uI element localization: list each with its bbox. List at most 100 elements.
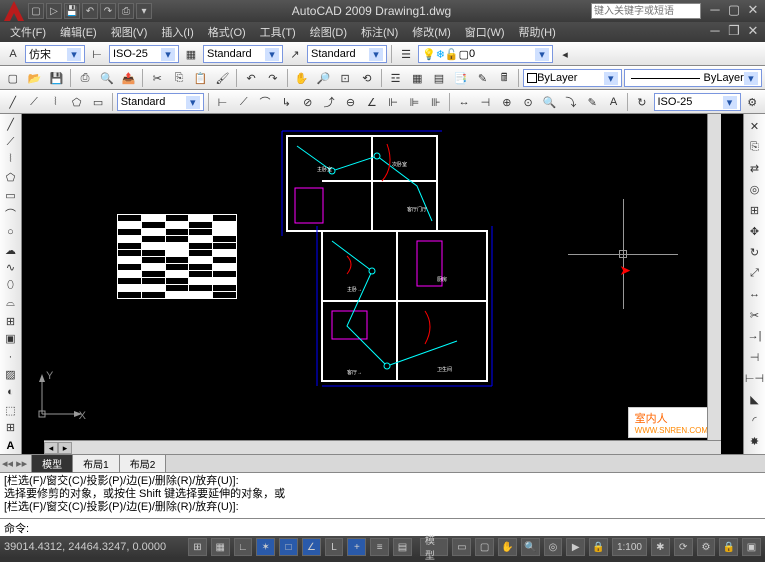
region-tool-icon[interactable]: ⬚: [1, 402, 21, 419]
block-tool-icon[interactable]: ▣: [1, 331, 21, 348]
close-icon[interactable]: ✕: [745, 4, 761, 18]
array-icon[interactable]: ⊞: [745, 200, 765, 220]
otrack-toggle[interactable]: ∠: [302, 538, 321, 556]
dim-jog-icon[interactable]: ⤴: [319, 92, 338, 112]
mirror-icon[interactable]: ⇄: [745, 158, 765, 178]
model-space-button[interactable]: 模型: [420, 538, 449, 556]
dim-arc-icon[interactable]: ⌒: [255, 92, 274, 112]
chevron-down-icon[interactable]: ▾: [186, 96, 200, 109]
undo-icon[interactable]: ↶: [241, 68, 261, 88]
chevron-down-icon[interactable]: ▾: [161, 48, 175, 61]
paste-icon[interactable]: 📋: [191, 68, 211, 88]
props-icon[interactable]: ☲: [386, 68, 406, 88]
publish-icon[interactable]: 📤: [119, 68, 139, 88]
menu-draw[interactable]: 绘图(D): [304, 22, 353, 42]
zoom-prev-icon[interactable]: ⟲: [357, 68, 377, 88]
dimstyle-mgr-icon[interactable]: ⚙: [743, 92, 762, 112]
app-logo-icon[interactable]: [4, 1, 24, 21]
dimstyle-icon[interactable]: ⊢: [87, 44, 107, 64]
maximize-icon[interactable]: ▢: [726, 4, 742, 18]
drawing-canvas[interactable]: 主卧室 次卧室 客厅门厅 主卧→ 厨房 客厅→ 卫生间: [22, 114, 743, 454]
new-icon[interactable]: ▢: [3, 68, 23, 88]
ssm-icon[interactable]: 📑: [451, 68, 471, 88]
chevron-down-icon[interactable]: ▾: [67, 48, 81, 61]
zoom-rt-icon[interactable]: 🔎: [313, 68, 333, 88]
dimtedit-icon[interactable]: A: [604, 92, 623, 112]
open-icon[interactable]: 📂: [25, 68, 45, 88]
osnap-toggle[interactable]: □: [279, 538, 298, 556]
polar-toggle[interactable]: ✶: [256, 538, 275, 556]
match-icon[interactable]: 🖌: [213, 68, 233, 88]
lwt-toggle[interactable]: ≡: [370, 538, 389, 556]
xline-tool-icon[interactable]: ⟋: [1, 134, 21, 151]
dcenter-icon[interactable]: ▦: [407, 68, 427, 88]
qat-dropdown-icon[interactable]: ▾: [136, 3, 152, 19]
dimstyle-combo[interactable]: ISO-25▾: [109, 45, 179, 63]
chamfer-icon[interactable]: ◣: [745, 389, 765, 409]
cleanscreen-icon[interactable]: ▣: [742, 538, 761, 556]
qat-redo-icon[interactable]: ↷: [100, 3, 116, 19]
hatch-tool-icon[interactable]: ▨: [1, 366, 21, 383]
ducs-toggle[interactable]: L: [325, 538, 344, 556]
dim-dia-icon[interactable]: ⊖: [341, 92, 360, 112]
toolpal-icon[interactable]: ▤: [429, 68, 449, 88]
dimupdate-icon[interactable]: ↻: [632, 92, 651, 112]
dyn-toggle[interactable]: +: [347, 538, 366, 556]
line-icon[interactable]: ╱: [3, 92, 22, 112]
ellipsearc-tool-icon[interactable]: ⌓: [1, 295, 21, 312]
qview-dwg-icon[interactable]: ▢: [475, 538, 494, 556]
dim-space-icon[interactable]: ↔: [454, 92, 473, 112]
annoscale-button[interactable]: 1:100: [612, 538, 647, 556]
cut-icon[interactable]: ✂: [147, 68, 167, 88]
chevron-down-icon[interactable]: ▾: [369, 48, 383, 61]
break-icon[interactable]: ⊣: [745, 347, 765, 367]
chevron-down-icon[interactable]: ▾: [723, 96, 737, 109]
ws-switch-icon[interactable]: ⚙: [697, 538, 716, 556]
chevron-down-icon[interactable]: ▾: [265, 48, 279, 61]
menu-tools[interactable]: 工具(T): [254, 22, 302, 42]
tab-layout1[interactable]: 布局1: [72, 454, 120, 473]
dimedit-icon[interactable]: ✎: [583, 92, 602, 112]
snap-toggle[interactable]: ⊞: [188, 538, 207, 556]
insert-tool-icon[interactable]: ⊞: [1, 313, 21, 330]
tolerance-icon[interactable]: ⊕: [497, 92, 516, 112]
qview-layout-icon[interactable]: ▭: [452, 538, 471, 556]
line-tool-icon[interactable]: ╱: [1, 116, 21, 133]
doc-close-icon[interactable]: ✕: [745, 25, 761, 39]
annoscale-lock-icon[interactable]: 🔒: [589, 538, 608, 556]
qat-print-icon[interactable]: ⎙: [118, 3, 134, 19]
pan-icon[interactable]: ✋: [292, 68, 312, 88]
dim-base-icon[interactable]: ⊫: [405, 92, 424, 112]
minimize-icon[interactable]: ─: [707, 4, 723, 18]
menu-view[interactable]: 视图(V): [105, 22, 154, 42]
layer-props-icon[interactable]: ☰: [396, 44, 416, 64]
qat-undo-icon[interactable]: ↶: [82, 3, 98, 19]
dim-aligned-icon[interactable]: ⟋: [234, 92, 253, 112]
join-icon[interactable]: ⊢⊣: [745, 368, 765, 388]
calc-icon[interactable]: 🖩: [494, 68, 514, 88]
linetype-combo[interactable]: ByLayer▾: [624, 69, 762, 87]
qat-new-icon[interactable]: ▢: [28, 3, 44, 19]
polygon-tool-icon[interactable]: ⬠: [1, 169, 21, 186]
dim-ang-icon[interactable]: ∠: [362, 92, 381, 112]
menu-help[interactable]: 帮助(H): [513, 22, 562, 42]
xline-icon[interactable]: ⟋: [24, 92, 43, 112]
dim-linear-icon[interactable]: ⊢: [213, 92, 232, 112]
help-search-input[interactable]: [591, 3, 701, 19]
showmotion-icon[interactable]: ▶: [566, 538, 585, 556]
pan-status-icon[interactable]: ✋: [498, 538, 517, 556]
dim-break-icon[interactable]: ⊣: [476, 92, 495, 112]
copy-icon[interactable]: ⎘: [169, 68, 189, 88]
inspect-icon[interactable]: 🔍: [540, 92, 559, 112]
table-tool-icon[interactable]: ⊞: [1, 420, 21, 437]
move-icon[interactable]: ✥: [745, 221, 765, 241]
ellipse-tool-icon[interactable]: ⬯: [1, 277, 21, 294]
layer-combo[interactable]: 💡❄🔓▢ 0▾: [418, 45, 553, 63]
fillet-icon[interactable]: ◜: [745, 410, 765, 430]
scale-icon[interactable]: ⤢: [745, 263, 765, 283]
menu-file[interactable]: 文件(F): [4, 22, 52, 42]
toolbar-lock-icon[interactable]: 🔒: [719, 538, 738, 556]
mtext-tool-icon[interactable]: A: [1, 437, 21, 454]
textstyle-icon[interactable]: A: [3, 44, 23, 64]
erase-icon[interactable]: ✕: [745, 116, 765, 136]
